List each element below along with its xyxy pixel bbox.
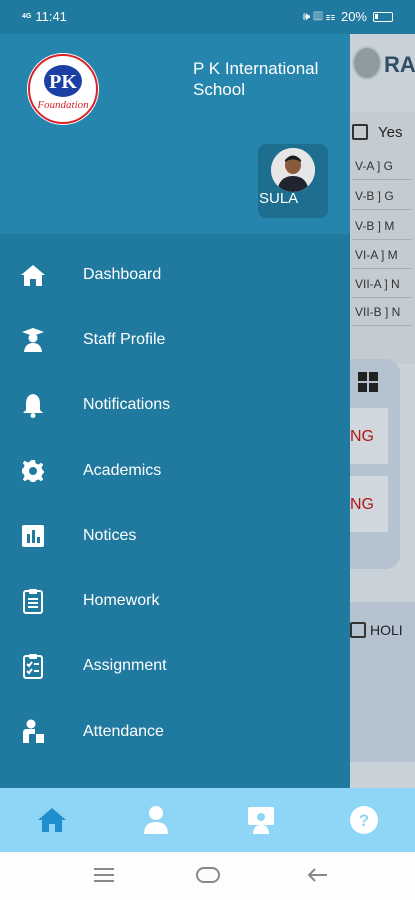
app-title: RA [384,52,415,77]
menu-label: Notifications [83,396,171,414]
school-name: P K International School [193,59,319,99]
menu-label: Attendance [83,722,164,740]
logo-subtext: Foundation [36,99,89,111]
list-item: V-A ] G [352,154,412,180]
nav-profile-button[interactable] [140,804,172,836]
nav-help-button[interactable]: ? [348,804,380,836]
menu-item-notices[interactable]: Notices [0,503,350,568]
menu-item-attendance[interactable]: Attendance [0,699,350,764]
clipboard-icon [19,587,47,615]
home-icon [19,261,47,289]
teacher-icon [248,807,274,834]
menu-item-homework[interactable]: Homework [0,568,350,633]
system-navigation-bar [0,852,415,900]
chart-icon [19,522,47,550]
menu-item-assignment[interactable]: Assignment [0,634,350,699]
menu-label: Notices [83,526,137,544]
alert-item: NG [350,408,388,464]
menu-label: Assignment [83,657,167,675]
list-item: VI-A ] M [352,243,412,269]
background-dashboard: RA Yes V-A ] G V-B ] G V-B ] M VI-A ] M … [350,34,415,788]
home-button-icon[interactable] [195,866,221,886]
list-item: VII-A ] N [352,272,412,298]
menu-icon[interactable] [92,866,118,886]
holiday-label: HOLI [370,622,403,638]
person-icon [144,806,168,834]
attendance-icon [19,718,47,746]
status-bar: 4G 11:41 🕪 ▥ ☷ 20% [0,0,415,34]
drawer-header: PK Foundation P K International School S… [0,34,350,234]
gear-icon [19,457,47,485]
school-logo: PK Foundation [27,53,99,125]
grid-icon [358,372,380,394]
home-icon [38,808,66,832]
menu-item-dashboard[interactable]: Dashboard [0,242,350,307]
staff-caption: SULA [259,190,299,207]
bottom-navigation: ? [0,788,415,852]
menu-label: Homework [83,592,160,610]
svg-text:?: ? [359,811,369,830]
calendar-icon [350,622,366,638]
holiday-title: HOLI [350,622,403,638]
back-icon[interactable] [305,866,331,886]
menu-item-staff-profile[interactable]: Staff Profile [0,307,350,372]
drawer-menu: Dashboard Staff Profile Notifications Ac… [0,242,350,764]
list-item: VII-B ] N [352,300,412,326]
card-title: Yes [378,124,403,141]
navigation-drawer: PK Foundation P K International School S… [0,34,350,788]
checklist-icon [19,652,47,680]
avatar [352,46,382,80]
nav-home-button[interactable] [36,804,68,836]
clock: 11:41 [35,9,67,24]
nav-teacher-button[interactable] [245,804,277,836]
menu-item-academics[interactable]: Academics [0,438,350,503]
menu-label: Academics [83,461,162,479]
battery-icon [373,11,393,22]
staff-photo[interactable]: SULA [258,144,328,218]
bell-icon [19,391,47,419]
graduate-icon [19,326,47,354]
signal-icon: 4G [22,13,32,20]
help-icon: ? [350,806,378,834]
battery-percent: 20% [340,9,367,24]
menu-label: Staff Profile [83,330,166,348]
list-item: V-B ] M [352,214,412,240]
avatar [271,148,315,192]
status-icons: 🕪 ▥ ☷ [302,9,335,23]
menu-item-notifications[interactable]: Notifications [0,373,350,438]
menu-label: Dashboard [83,265,162,283]
logo-text: PK [49,71,77,93]
calendar-icon [352,124,368,140]
list-item: V-B ] G [352,184,412,210]
alert-item: NG [350,476,388,532]
